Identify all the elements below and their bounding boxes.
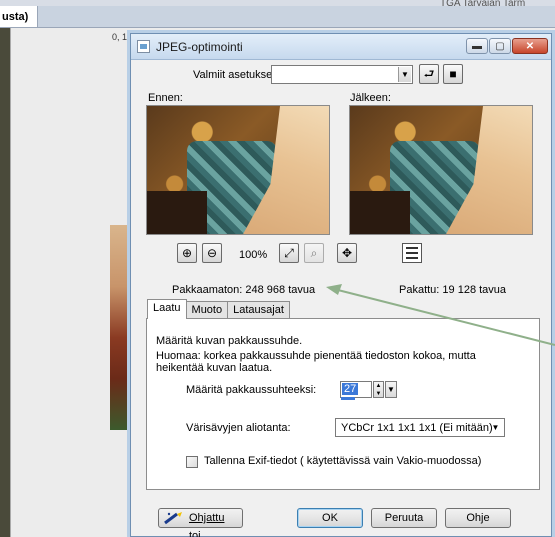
before-label: Ennen: [148, 92, 183, 104]
compression-ratio-input[interactable]: 27 [340, 381, 372, 400]
wizard-button[interactable]: Ohjattu toi... [158, 508, 243, 537]
chevron-down-icon[interactable]: ▼ [398, 67, 411, 82]
chroma-subsampling-dropdown[interactable]: YCbCr 1x1 1x1 1x1 (Ei mitään) ▼ [335, 418, 505, 437]
ok-button[interactable]: OK [297, 508, 363, 528]
after-preview[interactable] [349, 105, 533, 235]
quality-description: Määritä kuvan pakkaussuhde. [156, 335, 303, 347]
wizard-button-label: Ohjattu toi... [189, 512, 225, 537]
window-controls: ▬ ▢ ✕ [466, 38, 548, 54]
close-button[interactable]: ✕ [512, 38, 548, 54]
chroma-subsampling-label: Värisävyjen aliotanta: [186, 422, 291, 434]
save-exif-label[interactable]: Tallenna Exif-tiedot ( käytettävissä vai… [204, 455, 481, 467]
jpeg-optimizer-dialog: JPEG-optimointi ▬ ▢ ✕ Valmiit asetukset:… [130, 33, 552, 537]
save-exif-checkbox[interactable] [186, 456, 198, 468]
compression-ratio-label: Määritä pakkaussuhteeksi: [186, 384, 317, 396]
chroma-subsampling-value: YCbCr 1x1 1x1 1x1 (Ei mitään) [341, 422, 493, 434]
save-preset-button[interactable]: ■ [443, 64, 463, 84]
presets-label: Valmiit asetukset: [193, 69, 279, 81]
dialog-title: JPEG-optimointi [156, 40, 243, 54]
compressed-size: Pakattu: 19 128 tavua [399, 284, 507, 296]
minimize-button[interactable]: ▬ [466, 38, 488, 54]
settings-tabs: Laatu Muoto Latausajat [147, 299, 290, 319]
zoom-out-button[interactable]: ⊖ [202, 243, 222, 263]
preview-shadow [350, 191, 410, 234]
compression-ratio-value: 27 [342, 383, 359, 395]
tab-quality[interactable]: Laatu [147, 299, 187, 319]
tab-format[interactable]: Muoto [185, 301, 229, 319]
quality-note: Huomaa: korkea pakkaussuhde pienentää ti… [156, 350, 476, 374]
after-label: Jälkeen: [350, 92, 391, 104]
uncompressed-size: Pakkaamaton: 248 968 tavua [172, 284, 316, 296]
ruler-label: 0, 1 [112, 32, 128, 42]
maximize-button[interactable]: ▢ [489, 38, 511, 54]
background-tab-bar [38, 6, 555, 28]
dialog-titlebar[interactable]: JPEG-optimointi ▬ ▢ ✕ [131, 34, 551, 60]
app-icon [137, 40, 150, 53]
save-disk-icon: ■ [449, 67, 457, 81]
help-button[interactable]: Ohje [445, 508, 511, 528]
background-document-tab[interactable]: usta) [0, 6, 38, 28]
zoom-in-button[interactable]: ⊕ [177, 243, 197, 263]
chevron-down-icon[interactable]: ▼ [488, 420, 503, 435]
zoom-out-icon: ⊖ [206, 246, 218, 260]
background-dark-edge [0, 28, 10, 537]
cancel-button[interactable]: Peruuta [371, 508, 437, 528]
load-preset-button[interactable]: ⮐ [419, 64, 439, 84]
pan-button[interactable]: ⌕ [304, 243, 324, 263]
preview-shadow [147, 191, 207, 234]
ratio-slider-dropdown[interactable]: ▼ [385, 381, 397, 398]
presets-dropdown[interactable]: ▼ [271, 65, 413, 84]
zoom-percent: 100% [239, 249, 268, 261]
zoom-in-icon: ⊕ [181, 246, 193, 260]
fit-icon: ⤢ [284, 246, 294, 260]
arrow-return-icon: ⮐ [423, 67, 435, 81]
magnifier-icon: ⌕ [310, 246, 318, 260]
tab-download-times[interactable]: Latausajat [227, 301, 290, 319]
before-preview[interactable] [146, 105, 330, 235]
ratio-slider-indicator [341, 397, 355, 400]
view-options-icon[interactable] [402, 243, 422, 263]
move-button[interactable]: ✥ [337, 243, 357, 263]
move-icon: ✥ [341, 246, 353, 260]
wizard-wand-icon [164, 512, 182, 525]
ratio-spinner[interactable]: ▲ ▼ [373, 381, 384, 398]
zoom-to-fit-button[interactable]: ⤢ [279, 243, 299, 263]
